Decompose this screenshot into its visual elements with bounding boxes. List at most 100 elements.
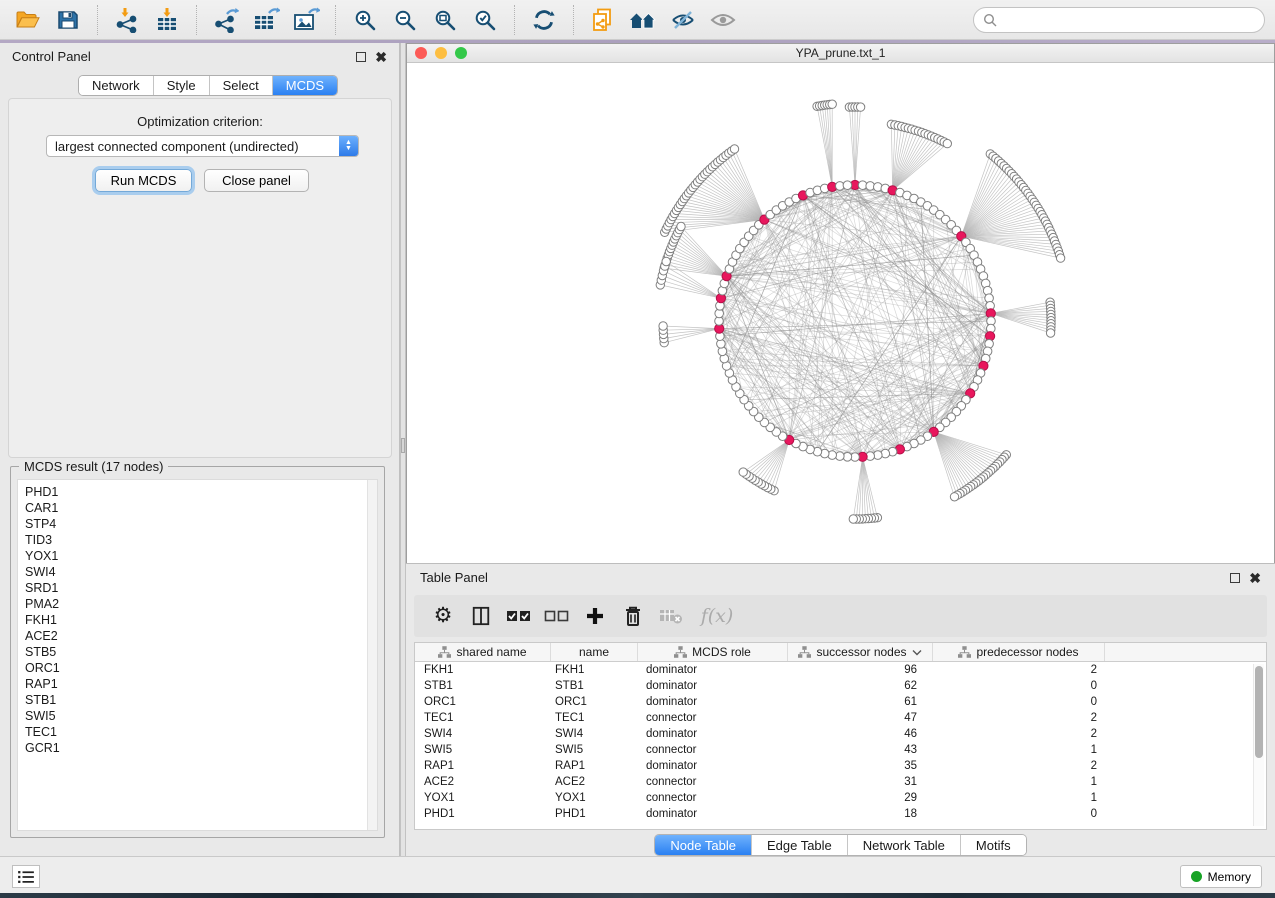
mcds-result-item[interactable]: GCR1: [25, 740, 377, 756]
table-cell[interactable]: dominator: [638, 696, 788, 708]
memory-button[interactable]: Memory: [1180, 865, 1262, 888]
table-cell[interactable]: 96: [788, 664, 933, 676]
table-cell[interactable]: FKH1: [415, 664, 551, 676]
clone-network-button[interactable]: [585, 4, 621, 36]
table-row[interactable]: FKH1FKH1dominator962: [415, 662, 1266, 678]
network-node[interactable]: [828, 100, 836, 108]
mcds-result-item[interactable]: CAR1: [25, 500, 377, 516]
hide-button[interactable]: [665, 4, 701, 36]
table-cell[interactable]: ACE2: [551, 776, 638, 788]
zoom-selected-button[interactable]: [467, 4, 503, 36]
table-cell[interactable]: dominator: [638, 760, 788, 772]
mcds-result-item[interactable]: FKH1: [25, 612, 377, 628]
network-node[interactable]: [1056, 254, 1064, 262]
delete-column-button[interactable]: [614, 598, 652, 634]
tab-mcds[interactable]: MCDS: [273, 76, 337, 95]
table-row[interactable]: STB1STB1dominator620: [415, 678, 1266, 694]
save-button[interactable]: [50, 4, 86, 36]
network-node[interactable]: [730, 145, 738, 153]
open-button[interactable]: [10, 4, 46, 36]
criterion-select[interactable]: largest connected component (undirected)…: [46, 135, 359, 157]
table-cell[interactable]: SWI5: [551, 744, 638, 756]
table-cell[interactable]: 29: [788, 792, 933, 804]
table-row[interactable]: RAP1RAP1dominator352: [415, 758, 1266, 774]
table-cell[interactable]: 2: [933, 728, 1105, 740]
tab-network[interactable]: Network: [79, 76, 154, 95]
column-header-predecessor-nodes[interactable]: predecessor nodes: [933, 643, 1105, 661]
mcds-result-item[interactable]: PMA2: [25, 596, 377, 612]
zoom-fit-button[interactable]: [427, 4, 463, 36]
delete-table-button[interactable]: [652, 598, 690, 634]
mcds-result-item[interactable]: TID3: [25, 532, 377, 548]
table-cell[interactable]: 47: [788, 712, 933, 724]
export-network-button[interactable]: [208, 4, 244, 36]
table-cell[interactable]: PHD1: [415, 808, 551, 820]
network-node[interactable]: [677, 222, 685, 230]
table-cell[interactable]: TEC1: [551, 712, 638, 724]
table-cell[interactable]: dominator: [638, 808, 788, 820]
tab-network-table[interactable]: Network Table: [848, 835, 961, 855]
table-cell[interactable]: 0: [933, 696, 1105, 708]
tab-node-table[interactable]: Node Table: [655, 835, 752, 855]
run-mcds-button[interactable]: Run MCDS: [95, 169, 192, 192]
mcds-result-item[interactable]: SRD1: [25, 580, 377, 596]
column-header-mcds-role[interactable]: MCDS role: [638, 643, 788, 661]
table-cell[interactable]: YOX1: [415, 792, 551, 804]
table-cell[interactable]: 46: [788, 728, 933, 740]
mcds-result-item[interactable]: STB1: [25, 692, 377, 708]
table-cell[interactable]: dominator: [638, 680, 788, 692]
deselect-all-columns-button[interactable]: [538, 598, 576, 634]
table-cell[interactable]: dominator: [638, 664, 788, 676]
table-scrollbar[interactable]: [1253, 664, 1264, 826]
tab-select[interactable]: Select: [210, 76, 273, 95]
log-console-button[interactable]: [12, 865, 40, 888]
network-node[interactable]: [950, 493, 958, 501]
table-cell[interactable]: 1: [933, 776, 1105, 788]
mcds-result-item[interactable]: PHD1: [25, 484, 377, 500]
table-row[interactable]: ACE2ACE2connector311: [415, 774, 1266, 790]
table-cell[interactable]: connector: [638, 712, 788, 724]
network-node[interactable]: [943, 139, 951, 147]
table-row[interactable]: YOX1YOX1connector291: [415, 790, 1266, 806]
table-cell[interactable]: 2: [933, 664, 1105, 676]
table-cell[interactable]: STB1: [551, 680, 638, 692]
table-cell[interactable]: connector: [638, 776, 788, 788]
refresh-button[interactable]: [526, 4, 562, 36]
table-cell[interactable]: 2: [933, 712, 1105, 724]
table-cell[interactable]: SWI5: [415, 744, 551, 756]
network-node[interactable]: [659, 322, 667, 330]
table-cell[interactable]: FKH1: [551, 664, 638, 676]
table-cell[interactable]: 18: [788, 808, 933, 820]
zoom-out-button[interactable]: [387, 4, 423, 36]
table-cell[interactable]: ORC1: [551, 696, 638, 708]
search-input[interactable]: [1003, 12, 1255, 27]
table-cell[interactable]: 61: [788, 696, 933, 708]
mcds-result-item[interactable]: SWI5: [25, 708, 377, 724]
table-cell[interactable]: 31: [788, 776, 933, 788]
show-button[interactable]: [705, 4, 741, 36]
table-cell[interactable]: 0: [933, 680, 1105, 692]
neighbors-button[interactable]: [625, 4, 661, 36]
network-node[interactable]: [1046, 329, 1054, 337]
table-cell[interactable]: 1: [933, 792, 1105, 804]
network-canvas[interactable]: [407, 63, 1274, 563]
mcds-result-item[interactable]: STP4: [25, 516, 377, 532]
table-cell[interactable]: 2: [933, 760, 1105, 772]
tab-edge-table[interactable]: Edge Table: [752, 835, 848, 855]
splitter-grip[interactable]: [401, 438, 405, 453]
table-row[interactable]: ORC1ORC1dominator610: [415, 694, 1266, 710]
table-cell[interactable]: RAP1: [415, 760, 551, 772]
table-cell[interactable]: 62: [788, 680, 933, 692]
float-panel-button[interactable]: [356, 52, 366, 62]
close-table-panel-button[interactable]: ✖: [1249, 573, 1261, 583]
tab-style[interactable]: Style: [154, 76, 210, 95]
network-node[interactable]: [739, 468, 747, 476]
table-scrollbar-thumb[interactable]: [1255, 666, 1263, 758]
mcds-result-item[interactable]: RAP1: [25, 676, 377, 692]
mcds-result-item[interactable]: STB5: [25, 644, 377, 660]
table-cell[interactable]: ACE2: [415, 776, 551, 788]
table-cell[interactable]: RAP1: [551, 760, 638, 772]
mcds-result-item[interactable]: YOX1: [25, 548, 377, 564]
table-cell[interactable]: TEC1: [415, 712, 551, 724]
network-node[interactable]: [843, 181, 852, 190]
